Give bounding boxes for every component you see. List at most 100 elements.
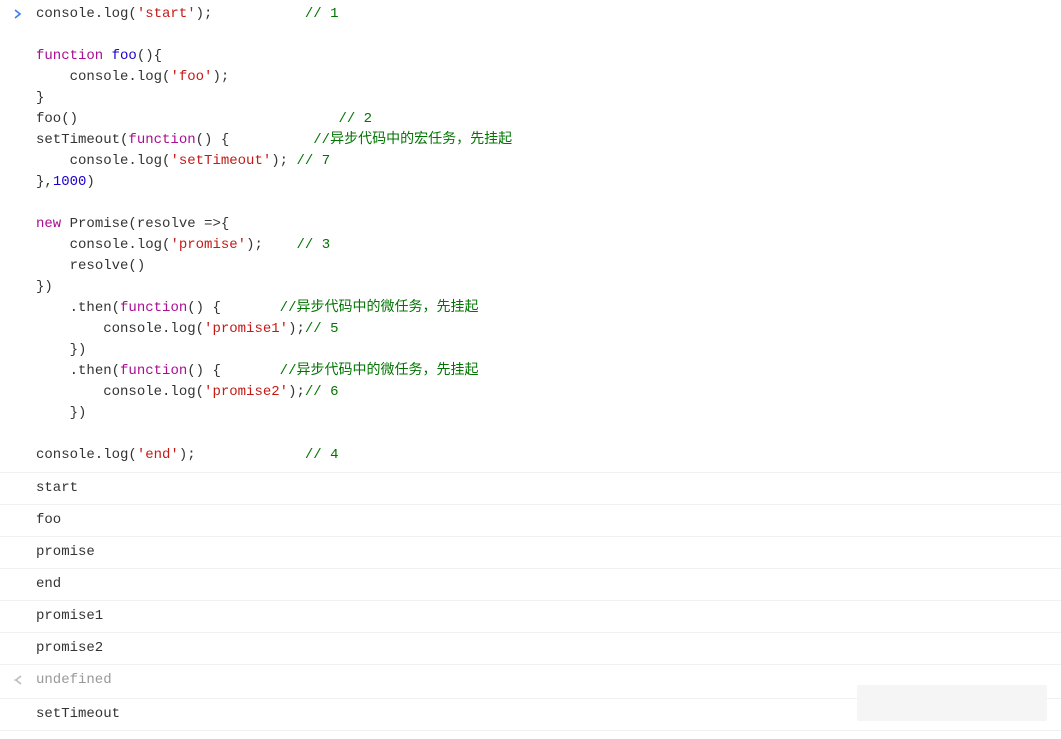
code-number: 1000 bbox=[53, 174, 87, 190]
chevron-left-icon bbox=[13, 672, 23, 693]
code-pad bbox=[36, 153, 70, 169]
code-text: (){ bbox=[137, 48, 162, 64]
log-text: foo bbox=[36, 510, 1061, 531]
code-func-name: foo bbox=[112, 48, 137, 64]
code-pad bbox=[36, 363, 70, 379]
code-pad bbox=[36, 405, 70, 421]
blank-line bbox=[36, 193, 1061, 214]
code-string: 'foo' bbox=[170, 69, 212, 85]
code-pad bbox=[78, 111, 338, 127]
blank-line bbox=[36, 25, 1061, 46]
console-log-entry: start bbox=[0, 473, 1061, 505]
code-text: console.log( bbox=[70, 237, 171, 253]
code-text: resolve() bbox=[70, 258, 146, 274]
log-text: promise bbox=[36, 542, 1061, 563]
code-pad bbox=[61, 216, 69, 232]
output-gutter bbox=[0, 542, 36, 544]
log-text: promise2 bbox=[36, 638, 1061, 659]
scroll-hint-overlay bbox=[857, 685, 1047, 721]
code-pad bbox=[212, 6, 304, 22]
code-pad bbox=[36, 69, 70, 85]
code-text: }) bbox=[70, 342, 87, 358]
code-keyword: function bbox=[36, 48, 103, 64]
blank-line bbox=[36, 424, 1061, 445]
code-text: foo() bbox=[36, 111, 78, 127]
code-pad bbox=[221, 363, 280, 379]
code-comment: // 4 bbox=[305, 447, 339, 463]
console-log-entry: foo bbox=[0, 505, 1061, 537]
code-comment: //异步代码中的微任务，先挂起 bbox=[280, 300, 479, 316]
code-text: console.log( bbox=[70, 69, 171, 85]
code-comment: //异步代码中的宏任务，先挂起 bbox=[313, 132, 512, 148]
code-content[interactable]: console.log('start'); // 1 function foo(… bbox=[36, 4, 1061, 466]
output-gutter bbox=[0, 478, 36, 480]
code-text: () { bbox=[187, 363, 221, 379]
code-text: ) bbox=[86, 174, 94, 190]
code-text: }, bbox=[36, 174, 53, 190]
code-text: ); bbox=[288, 321, 305, 337]
code-pad bbox=[263, 237, 297, 253]
code-keyword: function bbox=[120, 363, 187, 379]
code-pad bbox=[36, 321, 103, 337]
code-comment: // 1 bbox=[305, 6, 339, 22]
console-log-entry: end bbox=[0, 569, 1061, 601]
code-pad bbox=[196, 447, 305, 463]
console-input-entry: console.log('start'); // 1 function foo(… bbox=[0, 0, 1061, 473]
log-text: end bbox=[36, 574, 1061, 595]
code-keyword: new bbox=[36, 216, 61, 232]
code-text: ); bbox=[179, 447, 196, 463]
code-text: console.log( bbox=[103, 321, 204, 337]
output-gutter bbox=[0, 638, 36, 640]
code-comment: // 5 bbox=[305, 321, 339, 337]
code-text: }) bbox=[70, 405, 87, 421]
log-text: promise1 bbox=[36, 606, 1061, 627]
log-text: start bbox=[36, 478, 1061, 499]
code-comment: //异步代码中的微任务，先挂起 bbox=[280, 363, 479, 379]
return-gutter bbox=[0, 670, 36, 693]
input-gutter bbox=[0, 4, 36, 27]
code-text: Promise(resolve =>{ bbox=[70, 216, 230, 232]
code-comment: // 6 bbox=[305, 384, 339, 400]
code-text: () { bbox=[187, 300, 221, 316]
code-text: ); bbox=[288, 384, 305, 400]
code-string: 'setTimeout' bbox=[170, 153, 271, 169]
code-keyword: function bbox=[120, 300, 187, 316]
code-text: .then( bbox=[70, 363, 120, 379]
code-comment: // 3 bbox=[296, 237, 330, 253]
code-pad bbox=[229, 132, 313, 148]
code-text: ); bbox=[196, 6, 213, 22]
code-text: console.log( bbox=[70, 153, 171, 169]
code-string: 'promise' bbox=[170, 237, 246, 253]
console-panel: console.log('start'); // 1 function foo(… bbox=[0, 0, 1061, 731]
code-pad bbox=[36, 384, 103, 400]
code-pad bbox=[36, 237, 70, 253]
output-gutter bbox=[0, 606, 36, 608]
code-text: ); bbox=[246, 237, 263, 253]
output-gutter bbox=[0, 574, 36, 576]
code-text: .then( bbox=[70, 300, 120, 316]
console-log-entry: promise bbox=[0, 537, 1061, 569]
output-gutter bbox=[0, 510, 36, 512]
console-log-entry: promise1 bbox=[0, 601, 1061, 633]
code-string: 'promise1' bbox=[204, 321, 288, 337]
code-text: ); bbox=[271, 153, 296, 169]
code-text: }) bbox=[36, 279, 53, 295]
code-pad bbox=[36, 300, 70, 316]
code-comment: // 2 bbox=[338, 111, 372, 127]
code-pad bbox=[103, 48, 111, 64]
code-text: () { bbox=[196, 132, 230, 148]
console-log-entry: promise2 bbox=[0, 633, 1061, 665]
code-text: setTimeout( bbox=[36, 132, 128, 148]
code-pad bbox=[36, 258, 70, 274]
code-string: 'end' bbox=[137, 447, 179, 463]
code-text: ); bbox=[212, 69, 229, 85]
code-text: console.log( bbox=[36, 6, 137, 22]
code-text: console.log( bbox=[36, 447, 137, 463]
code-pad bbox=[221, 300, 280, 316]
code-text: console.log( bbox=[103, 384, 204, 400]
code-string: 'promise2' bbox=[204, 384, 288, 400]
output-gutter bbox=[0, 704, 36, 706]
code-string: 'start' bbox=[137, 6, 196, 22]
chevron-right-icon bbox=[13, 6, 23, 27]
code-comment: // 7 bbox=[296, 153, 330, 169]
